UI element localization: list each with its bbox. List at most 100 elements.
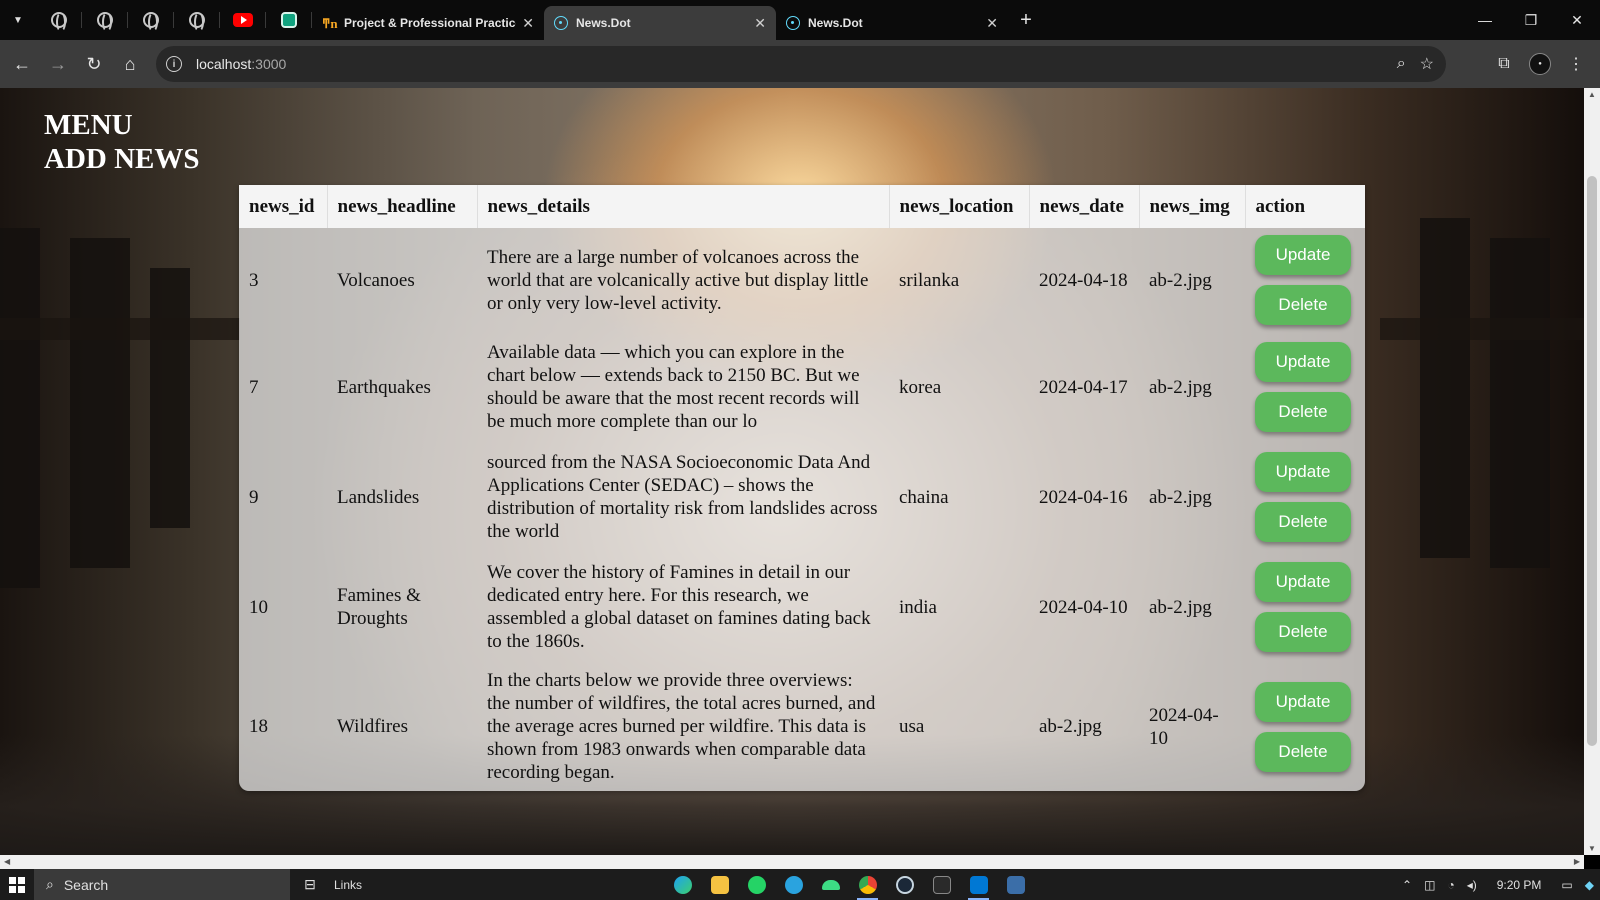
menu-link[interactable]: MENU: [44, 108, 200, 142]
column-header-news-headline: news_headline: [327, 185, 478, 228]
scroll-right-icon[interactable]: ▶: [1574, 855, 1580, 869]
add-news-link[interactable]: ADD NEWS: [44, 142, 200, 176]
react-icon: [786, 16, 800, 30]
cell-news-img: ab-2.jpg: [1149, 269, 1212, 291]
url-text[interactable]: localhost:3000: [196, 56, 286, 72]
whatsapp-icon[interactable]: [738, 869, 775, 900]
cell-news-location: srilanka: [899, 269, 960, 291]
chevron-up-icon[interactable]: ⌃: [1396, 878, 1418, 892]
cell-action: Update Delete: [1245, 332, 1365, 442]
zoom-icon[interactable]: ⌕: [1397, 55, 1406, 73]
delete-button[interactable]: Delete: [1255, 392, 1351, 432]
reload-button[interactable]: ↻: [76, 46, 112, 82]
tab-search-button[interactable]: ▼: [0, 6, 36, 34]
tab-news-dot-active[interactable]: News.Dot ✕: [544, 6, 776, 40]
file-explorer-icon[interactable]: [701, 869, 738, 900]
globe-icon: [189, 12, 205, 32]
tab-project-practice[interactable]: ͳn Project & Professional Practice ✕: [312, 6, 544, 40]
scroll-left-icon[interactable]: ◀: [4, 855, 10, 869]
cell-news-id: 10: [249, 596, 268, 618]
update-button[interactable]: Update: [1255, 452, 1351, 492]
tab-news-dot[interactable]: News.Dot ✕: [776, 6, 1008, 40]
site-m-icon: ͳn: [322, 16, 338, 31]
scroll-up-icon[interactable]: ▲: [1584, 90, 1600, 99]
cell-news-headline: Volcanoes: [337, 269, 415, 291]
copilot-icon[interactable]: ◆: [1579, 878, 1600, 892]
cell-news-date: ab-2.jpg: [1039, 716, 1102, 737]
horizontal-scrollbar[interactable]: ◀ ▶: [0, 855, 1584, 869]
links-toolbar[interactable]: Links: [334, 878, 362, 892]
pinned-tab[interactable]: [36, 0, 82, 40]
arrow-right-icon: →: [49, 53, 67, 74]
restore-button[interactable]: ❐: [1508, 0, 1554, 40]
pinned-tab[interactable]: [82, 0, 128, 40]
update-button[interactable]: Update: [1255, 342, 1351, 382]
notifications-icon[interactable]: ▭: [1555, 878, 1578, 892]
steam-icon[interactable]: [886, 869, 923, 900]
volume-icon[interactable]: ◂): [1461, 878, 1483, 892]
taskbar-search[interactable]: ⌕ Search: [34, 869, 290, 900]
vertical-scrollbar[interactable]: ▲ ▼: [1584, 88, 1600, 855]
close-icon[interactable]: ✕: [522, 15, 534, 32]
taskbar-apps: [664, 869, 1034, 900]
more-menu-icon[interactable]: ⋮: [1558, 46, 1594, 82]
update-button[interactable]: Update: [1255, 681, 1351, 722]
chevron-down-icon: ▼: [13, 14, 23, 26]
column-header-news-date: news_date: [1029, 185, 1140, 228]
cell-news-headline: Wildfires: [337, 716, 408, 737]
android-icon[interactable]: [812, 869, 849, 900]
scrollbar-thumb[interactable]: [1587, 176, 1597, 746]
pinned-tab[interactable]: [128, 0, 174, 40]
home-button[interactable]: ⌂: [112, 46, 148, 82]
windows-logo-icon: [9, 876, 25, 893]
forward-button[interactable]: →: [40, 46, 76, 82]
vscode-icon[interactable]: [960, 869, 997, 900]
close-icon[interactable]: ✕: [754, 15, 766, 32]
pinned-tab-chatgpt[interactable]: [266, 0, 312, 40]
delete-button[interactable]: Delete: [1255, 731, 1351, 772]
profile-avatar[interactable]: ●: [1529, 53, 1551, 75]
minimize-button[interactable]: —: [1462, 0, 1508, 40]
react-icon: [554, 16, 568, 30]
delete-button[interactable]: Delete: [1255, 285, 1351, 325]
scroll-down-icon[interactable]: ▼: [1584, 844, 1600, 853]
back-button[interactable]: ←: [4, 46, 40, 82]
cell-news-img: ab-2.jpg: [1149, 486, 1212, 508]
cell-news-date: 2024-04-17: [1039, 376, 1128, 398]
close-icon[interactable]: ✕: [986, 15, 998, 32]
cell-action: Update Delete: [1245, 662, 1365, 791]
bookmark-star-icon[interactable]: ☆: [1420, 54, 1434, 74]
close-window-button[interactable]: ✕: [1554, 0, 1600, 40]
delete-button[interactable]: Delete: [1255, 612, 1351, 652]
pinned-tab[interactable]: [174, 0, 220, 40]
table-header-row: news_id news_headline news_details news_…: [239, 185, 1365, 228]
news-table: news_id news_headline news_details news_…: [239, 185, 1365, 791]
extensions-icon[interactable]: ⧉: [1486, 46, 1522, 82]
delete-button[interactable]: Delete: [1255, 502, 1351, 542]
cell-news-location: chaina: [899, 486, 949, 508]
site-info-icon[interactable]: i: [166, 56, 182, 72]
address-bar[interactable]: i localhost:3000 ⌕ ☆: [156, 46, 1446, 82]
clock[interactable]: 9:20 PM: [1483, 878, 1556, 892]
edge-icon[interactable]: [664, 869, 701, 900]
browser-toolbar: ← → ↻ ⌂ i localhost:3000 ⌕ ☆ ⧉ ● ⋮: [0, 40, 1600, 88]
update-button[interactable]: Update: [1255, 562, 1351, 602]
meet-now-icon[interactable]: ◫: [1418, 878, 1441, 892]
cell-news-headline: Landslides: [337, 486, 420, 508]
globe-icon: [143, 12, 159, 32]
app-icon[interactable]: [997, 869, 1034, 900]
new-tab-button[interactable]: +: [1008, 9, 1044, 32]
search-icon: ⌕: [46, 876, 54, 892]
cell-news-date: 2024-04-16: [1039, 486, 1128, 508]
network-icon[interactable]: ◔: [1441, 878, 1460, 892]
side-menu: MENU ADD NEWS: [44, 108, 200, 176]
column-header-news-details: news_details: [477, 185, 890, 228]
chrome-icon[interactable]: [849, 869, 886, 900]
reload-icon: ↻: [86, 53, 102, 74]
update-button[interactable]: Update: [1255, 235, 1351, 275]
task-view-icon[interactable]: ⊟: [290, 869, 330, 900]
start-button[interactable]: [0, 869, 34, 900]
epic-games-icon[interactable]: [923, 869, 960, 900]
telegram-icon[interactable]: [775, 869, 812, 900]
pinned-tab-youtube[interactable]: [220, 0, 266, 40]
